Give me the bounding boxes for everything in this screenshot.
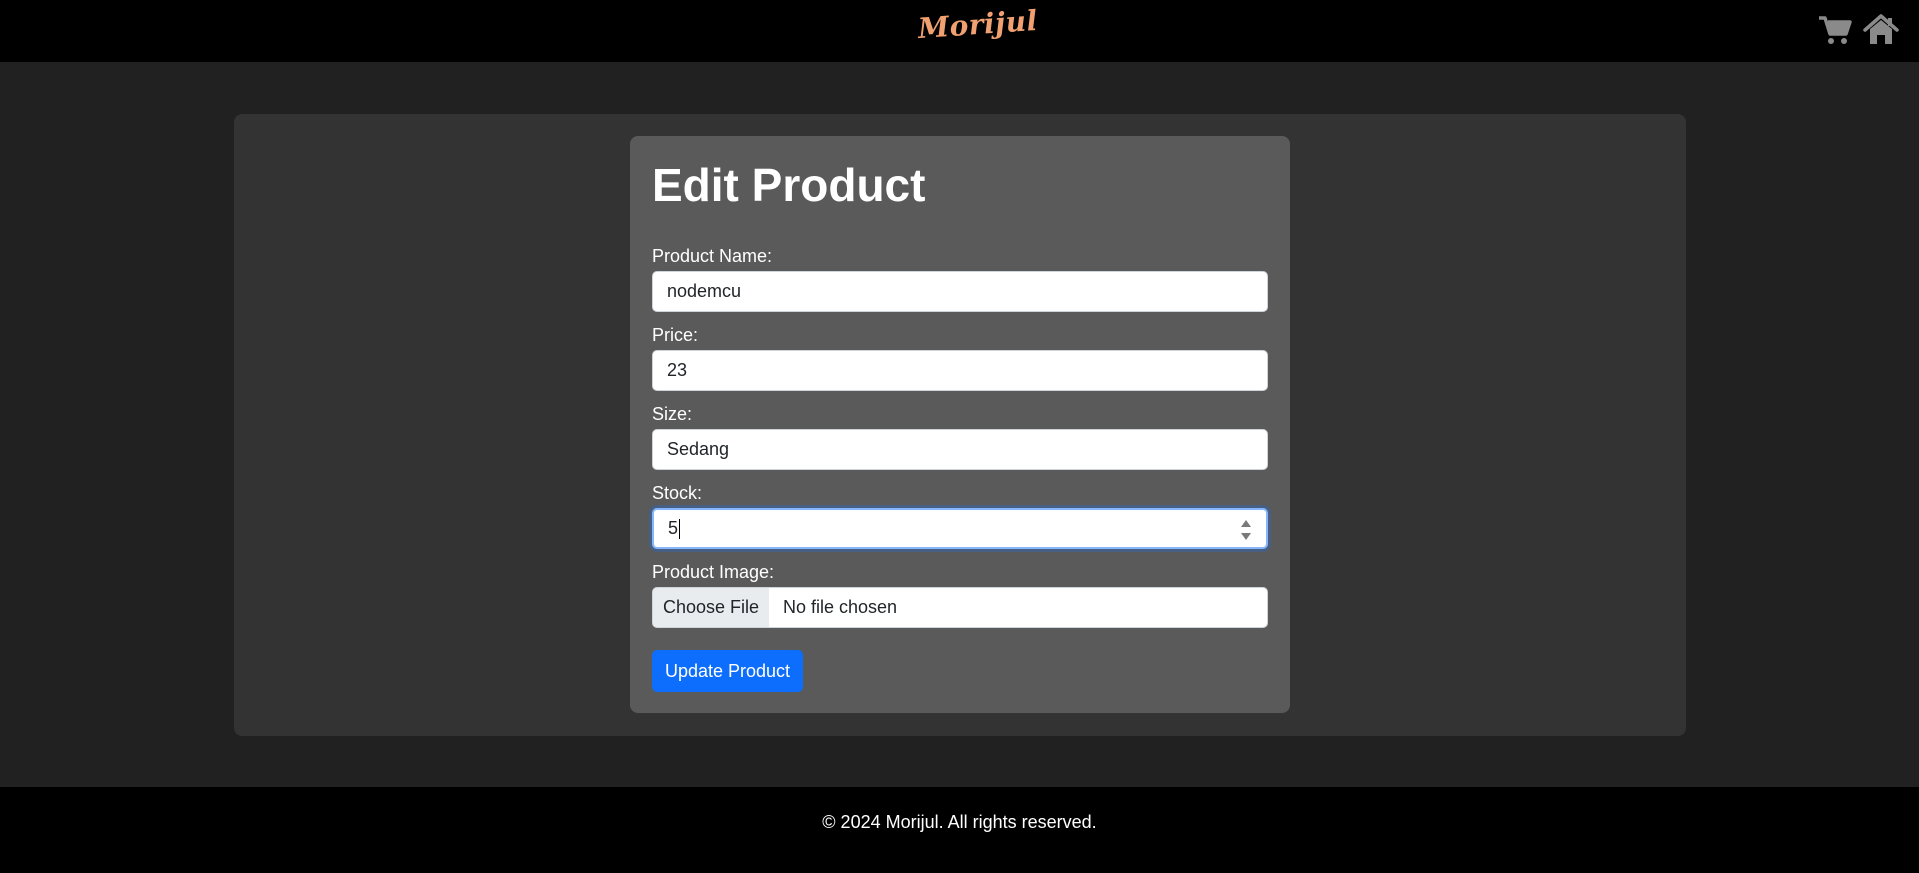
- stock-value: 5: [668, 518, 679, 538]
- number-spinner-icon[interactable]: [1240, 517, 1252, 543]
- product-name-label: Product Name:: [652, 246, 773, 266]
- choose-file-button[interactable]: Choose File: [652, 587, 770, 628]
- update-product-button[interactable]: Update Product: [652, 650, 803, 692]
- size-label: Size:: [652, 404, 693, 424]
- product-name-value: nodemcu: [667, 281, 742, 301]
- text-caret: [679, 518, 681, 539]
- footer-copyright: © 2024 Morijul. All rights reserved.: [822, 812, 1097, 832]
- size-input[interactable]: Sedang: [652, 429, 1268, 470]
- stock-label: Stock:: [652, 483, 703, 503]
- cart-icon[interactable]: [1817, 12, 1853, 48]
- price-value: 23: [667, 360, 688, 380]
- stock-input[interactable]: 5: [652, 508, 1268, 549]
- page-title: Edit Product: [652, 159, 926, 211]
- size-value: Sedang: [667, 439, 730, 459]
- product-name-input[interactable]: nodemcu: [652, 271, 1268, 312]
- price-input[interactable]: 23: [652, 350, 1268, 391]
- file-status-text[interactable]: No file chosen: [769, 587, 1268, 628]
- product-image-label: Product Image:: [652, 562, 775, 582]
- price-label: Price:: [652, 325, 699, 345]
- home-icon[interactable]: [1863, 12, 1899, 48]
